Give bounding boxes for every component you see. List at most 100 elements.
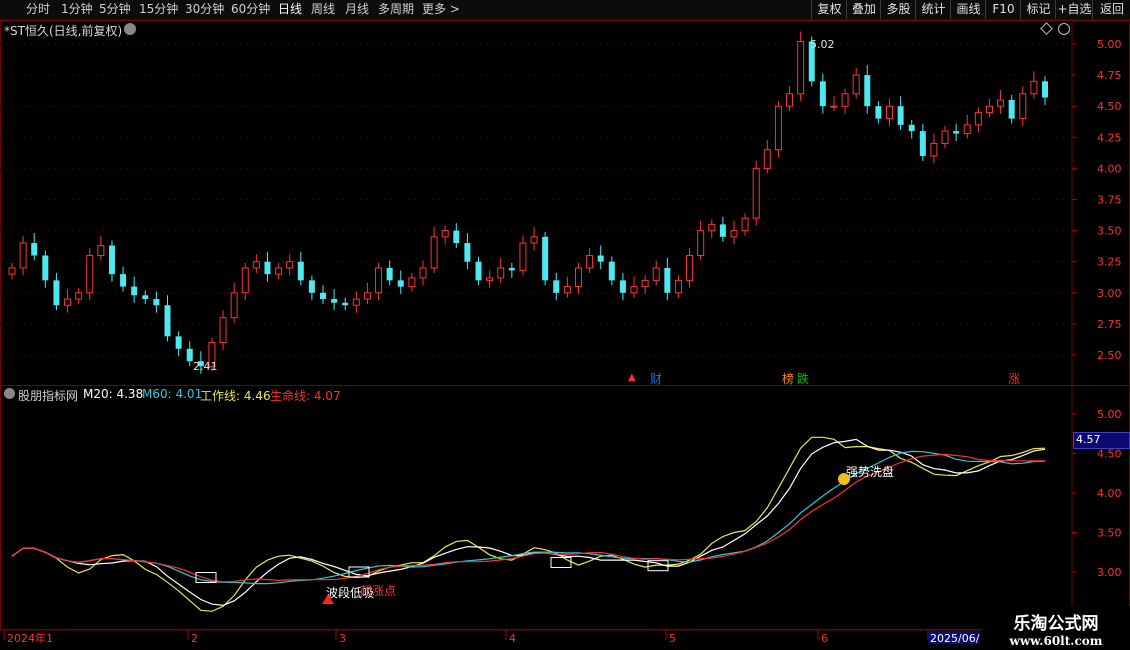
candle-body xyxy=(563,286,571,294)
candle-body xyxy=(763,149,771,169)
date-label: 5 xyxy=(669,632,676,645)
date-label: 3 xyxy=(339,632,346,645)
candle-body xyxy=(297,261,304,281)
candle-body xyxy=(475,261,482,281)
date-axis: 2024年1 2 3 4 5 6 2025/06/ xyxy=(0,629,1130,645)
candle-body xyxy=(930,143,938,157)
candle-body xyxy=(974,111,982,126)
candle-body xyxy=(486,277,494,281)
price-tick-label: 3.75 xyxy=(1097,194,1122,207)
candle-body xyxy=(530,236,538,244)
candle-body xyxy=(108,245,115,275)
candle-body xyxy=(919,131,926,156)
price-tick-label: 4.75 xyxy=(1097,69,1122,82)
indicator-tick-label: 3.50 xyxy=(1097,527,1122,540)
price-tick-label: 4.00 xyxy=(1097,162,1122,175)
candle-body xyxy=(1030,80,1038,95)
candle-body xyxy=(553,280,560,293)
chevron-down-icon[interactable] xyxy=(4,388,15,399)
candle-body xyxy=(142,295,149,300)
candle-body xyxy=(597,255,604,262)
current-value-tag: 4.57 xyxy=(1073,432,1130,449)
event-rank-badge[interactable]: 榜 xyxy=(782,370,794,387)
candle-body xyxy=(719,224,726,237)
candle-body xyxy=(230,292,238,319)
candle-body xyxy=(1019,93,1027,120)
price-axis: 5.00 4.75 4.50 4.25 4.00 3.75 3.50 3.25 3.00 2.75… xyxy=(1072,38,1122,362)
candle-body xyxy=(252,261,260,269)
candle-body xyxy=(875,106,882,119)
price-tick-label: 2.75 xyxy=(1097,318,1122,331)
candle-body xyxy=(830,105,838,108)
indicator-tick-label: 4.00 xyxy=(1097,487,1122,500)
candle-body xyxy=(86,254,94,294)
candle-body xyxy=(819,81,826,107)
candle-body xyxy=(741,217,749,232)
candle-body xyxy=(386,267,393,281)
candle-body xyxy=(53,280,60,306)
watermark-url: www.60lt.com xyxy=(1009,634,1103,648)
candle-body xyxy=(19,242,27,269)
candle-body xyxy=(464,243,471,262)
event-up-arrow-icon[interactable]: ▲ xyxy=(628,372,636,383)
candle-body xyxy=(320,292,327,300)
candle-body xyxy=(586,254,594,269)
candle-body xyxy=(397,280,404,287)
candle-body xyxy=(542,236,549,281)
price-tick-label: 2.50 xyxy=(1097,349,1122,362)
candle-body xyxy=(752,167,760,219)
candle-body xyxy=(708,223,716,232)
candle-body xyxy=(408,277,416,288)
candle-body xyxy=(641,279,649,288)
event-rise-badge[interactable]: 涨 xyxy=(1008,370,1020,387)
candle-body xyxy=(852,74,860,95)
date-label: 2 xyxy=(191,632,198,645)
candle-body xyxy=(186,348,193,362)
candle-body xyxy=(131,286,138,296)
low-price-label: 2.41 xyxy=(193,360,218,373)
candle-body xyxy=(219,317,227,344)
candle-body xyxy=(730,230,738,238)
candle-body xyxy=(508,267,515,271)
price-tick-label: 3.25 xyxy=(1097,256,1122,269)
candle-body xyxy=(497,267,505,279)
candle-body xyxy=(664,267,671,293)
candle-body xyxy=(286,261,294,269)
candle-body xyxy=(430,236,438,269)
candle-body xyxy=(897,106,904,125)
candle-body xyxy=(574,267,582,288)
candle-body xyxy=(275,267,283,275)
m20-value: M20: 4.38 xyxy=(83,387,144,401)
candle-body xyxy=(619,280,626,293)
candle-body xyxy=(630,286,638,294)
candle-body xyxy=(363,292,371,300)
candle-body xyxy=(608,261,615,281)
price-chart[interactable]: 5.00 4.75 4.50 4.25 4.00 3.75 3.50 3.25 3.00 2.75… xyxy=(0,0,1130,650)
date-label: 6 xyxy=(821,632,828,645)
candle-body xyxy=(864,75,871,107)
price-tick-label: 3.50 xyxy=(1097,225,1122,238)
candle-body xyxy=(331,299,338,303)
smile-icon xyxy=(838,473,850,485)
candle-body xyxy=(697,230,705,256)
candle-body xyxy=(652,267,660,281)
candle-body xyxy=(241,267,249,294)
indicator-name[interactable]: 股朋指标网 xyxy=(18,387,78,404)
candle-body xyxy=(31,243,38,256)
watermark-title: 乐淘公式网 xyxy=(1013,614,1099,634)
event-drop-badge[interactable]: 跌 xyxy=(797,370,809,387)
high-price-label: 5.02 xyxy=(810,38,835,51)
event-finance-badge[interactable]: 财 xyxy=(650,370,662,387)
candle-body xyxy=(120,274,127,287)
price-tick-label: 5.00 xyxy=(1097,38,1122,51)
candle-body xyxy=(453,230,460,244)
life-line-value: 生命线: 4.07 xyxy=(270,389,341,403)
candle-body xyxy=(419,267,427,279)
indicator-tick-label: 3.00 xyxy=(1097,566,1122,579)
price-tick-label: 4.50 xyxy=(1097,100,1122,113)
candle-body xyxy=(841,93,849,107)
candle-body xyxy=(308,280,315,293)
candle-body xyxy=(42,255,49,281)
candle-body xyxy=(985,105,993,113)
candle-body xyxy=(797,41,805,95)
